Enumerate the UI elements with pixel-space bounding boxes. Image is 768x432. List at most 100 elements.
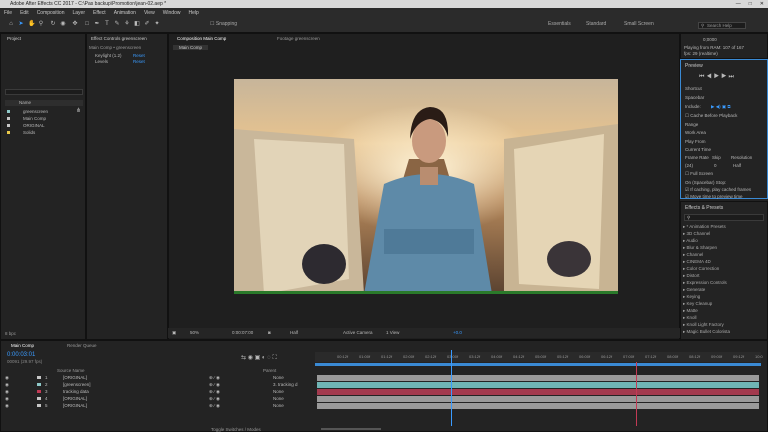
menu-item-composition[interactable]: Composition xyxy=(37,10,65,16)
menu-item-effect[interactable]: Effect xyxy=(93,10,106,16)
zoom-tool-icon[interactable]: ⚲ xyxy=(38,21,44,27)
effects-category[interactable]: ▸ Channel xyxy=(683,251,761,258)
home-icon[interactable]: ⌂ xyxy=(8,21,14,27)
include-icons[interactable]: ▶ ◀) ▣ ⧉ xyxy=(711,104,731,110)
preview-toggle-icon[interactable]: ▣ xyxy=(172,330,176,336)
camera-snapshot-icon[interactable]: ◙ xyxy=(268,330,271,335)
effect-reset-button[interactable]: Reset xyxy=(133,59,145,64)
parent-select[interactable]: None xyxy=(273,388,284,395)
frame-rate-select[interactable]: (24) xyxy=(685,163,693,168)
work-area-bar[interactable] xyxy=(315,363,761,366)
layer-color-icon[interactable] xyxy=(37,390,41,393)
effect-controls-tab[interactable]: Effect Controls greenscreen xyxy=(91,36,147,41)
timeline-tab[interactable]: Main Comp xyxy=(11,343,34,348)
zoom-slider[interactable] xyxy=(321,428,381,430)
minimize-icon[interactable]: — xyxy=(736,0,741,8)
timeline-layer-row[interactable]: ◉ 4 [ORIGINAL] ⊕ ⁄ ◉ None xyxy=(1,395,315,402)
pan-behind-icon[interactable]: ✥ xyxy=(72,21,78,27)
layer-name[interactable]: tracking data xyxy=(63,388,89,395)
parent-select[interactable]: None xyxy=(273,395,284,402)
toggle-switches[interactable]: Toggle Switches / Modes xyxy=(211,427,261,432)
layer-color-icon[interactable] xyxy=(37,383,41,386)
effects-category[interactable]: ▸ Keying xyxy=(683,293,761,300)
menu-item-file[interactable]: File xyxy=(4,10,12,16)
workspace-standard[interactable]: Standard xyxy=(586,21,606,27)
layer-duration-bar[interactable] xyxy=(317,403,759,409)
layer-name[interactable]: [greenscreen] xyxy=(63,381,91,388)
render-queue-tab[interactable]: Render Queue xyxy=(67,343,97,348)
effects-category[interactable]: ▸ Audio xyxy=(683,237,761,244)
effects-category[interactable]: ▸ * Animation Presets xyxy=(683,223,761,230)
timeline-timecode[interactable]: 0:00:03:01 xyxy=(7,352,35,358)
parent-select[interactable]: 3. tracking d xyxy=(273,381,298,388)
if-caching-checkbox[interactable]: ☑ If caching, play cached frames xyxy=(685,187,751,193)
close-icon[interactable]: ✕ xyxy=(760,0,764,8)
hand-tool-icon[interactable]: ✋ xyxy=(28,21,35,27)
effects-category[interactable]: ▸ Color Correction xyxy=(683,265,761,272)
range-select[interactable]: Work Area xyxy=(685,130,706,135)
project-item[interactable]: Main Comp xyxy=(5,115,83,122)
zoom-select[interactable]: 50% xyxy=(190,330,199,335)
layer-name[interactable]: [ORIGINAL] xyxy=(63,402,87,409)
full-screen-checkbox[interactable]: ☐ Full Screen xyxy=(685,171,713,177)
parent-select[interactable]: None xyxy=(273,374,284,381)
camera-tool-icon[interactable]: ◉ xyxy=(60,21,66,27)
brush-tool-icon[interactable]: ✎ xyxy=(114,21,120,27)
snapping-checkbox[interactable]: ☐ Snapping xyxy=(210,21,237,27)
effects-search-input[interactable]: ⚲ xyxy=(684,214,764,221)
effects-category[interactable]: ▸ Key Cleanup xyxy=(683,300,761,307)
timeline-layer-row[interactable]: ◉ 3 tracking data ⊕ ⁄ ◉ None xyxy=(1,388,315,395)
shortcut-select[interactable]: Spacebar xyxy=(685,95,704,100)
mask-tool-icon[interactable]: □ xyxy=(84,21,90,27)
effects-category[interactable]: ▸ Matte xyxy=(683,307,761,314)
timeline-layer-row[interactable]: ◉ 1 [ORIGINAL] ⊕ ⁄ ◉ None xyxy=(1,374,315,381)
search-help-input[interactable]: ⚲ Search Help xyxy=(698,22,746,29)
project-item[interactable]: greenscreen xyxy=(5,108,83,115)
play-from-select[interactable]: Current Time xyxy=(685,147,711,152)
menu-item-animation[interactable]: Animation xyxy=(114,10,136,16)
layer-duration-bar[interactable] xyxy=(317,396,759,402)
effects-category[interactable]: ▸ Generate xyxy=(683,286,761,293)
switches-icons[interactable]: ⊕ ⁄ ◉ xyxy=(209,374,220,381)
timeline-layer-row[interactable]: ◉ 5 [ORIGINAL] ⊕ ⁄ ◉ None xyxy=(1,402,315,409)
effects-category[interactable]: ▸ Blur & Sharpen xyxy=(683,244,761,251)
puppet-tool-icon[interactable]: ✦ xyxy=(154,21,160,27)
effect-item[interactable]: Levels xyxy=(95,59,108,64)
effects-category[interactable]: ▸ CINEMA 4D xyxy=(683,258,761,265)
workspace-essentials[interactable]: Essentials xyxy=(548,21,571,27)
project-item[interactable]: Solids xyxy=(5,129,83,136)
comp-viewer[interactable] xyxy=(234,79,618,294)
layer-duration-bar[interactable] xyxy=(317,389,759,395)
menu-item-help[interactable]: Help xyxy=(188,10,198,16)
timeline-tools-icons[interactable]: ⇆ ◉ ▣ ◐ ◌ ⛶ xyxy=(241,354,277,362)
playback-controls[interactable]: ⏮◀▶▶⏭ xyxy=(699,74,736,81)
effects-category[interactable]: ▸ Expression Controls xyxy=(683,279,761,286)
menu-item-view[interactable]: View xyxy=(144,10,155,16)
switches-icons[interactable]: ⊕ ⁄ ◉ xyxy=(209,388,220,395)
project-item[interactable]: ORIGINAL xyxy=(5,122,83,129)
clone-tool-icon[interactable]: ⚘ xyxy=(124,21,130,27)
layer-duration-bar[interactable] xyxy=(317,375,759,381)
menu-item-layer[interactable]: Layer xyxy=(72,10,85,16)
workspace-small-screen[interactable]: Small Screen xyxy=(624,21,654,27)
rotate-tool-icon[interactable]: ↻ xyxy=(50,21,56,27)
text-tool-icon[interactable]: T xyxy=(104,21,110,27)
skip-input[interactable]: 0 xyxy=(714,163,717,168)
camera-select[interactable]: Active Camera xyxy=(343,330,373,335)
view-select[interactable]: 1 View xyxy=(386,330,399,335)
layer-name[interactable]: [ORIGINAL] xyxy=(63,395,87,402)
selection-tool-icon[interactable]: ➤ xyxy=(18,21,24,27)
flowchart-icon[interactable]: ⋔ xyxy=(76,107,81,114)
timeline-layer-row[interactable]: ◉ 2 [greenscreen] ⊕ ⁄ ◉ 3. tracking d xyxy=(1,381,315,388)
parent-select[interactable]: None xyxy=(273,402,284,409)
eraser-tool-icon[interactable]: ◧ xyxy=(134,21,140,27)
effect-reset-button[interactable]: Reset xyxy=(133,53,145,58)
visibility-icon[interactable]: ◉ xyxy=(5,402,9,409)
project-search-input[interactable] xyxy=(5,89,83,95)
composition-tab[interactable]: Composition Main Comp xyxy=(177,36,226,41)
current-time[interactable]: 0:00:07:00 xyxy=(232,330,253,335)
layer-color-icon[interactable] xyxy=(37,376,41,379)
bpc-label[interactable]: 8 bpc xyxy=(5,331,16,336)
cache-checkbox[interactable]: ☐ Cache Before Playback xyxy=(685,113,737,119)
roto-brush-icon[interactable]: ✐ xyxy=(144,21,150,27)
